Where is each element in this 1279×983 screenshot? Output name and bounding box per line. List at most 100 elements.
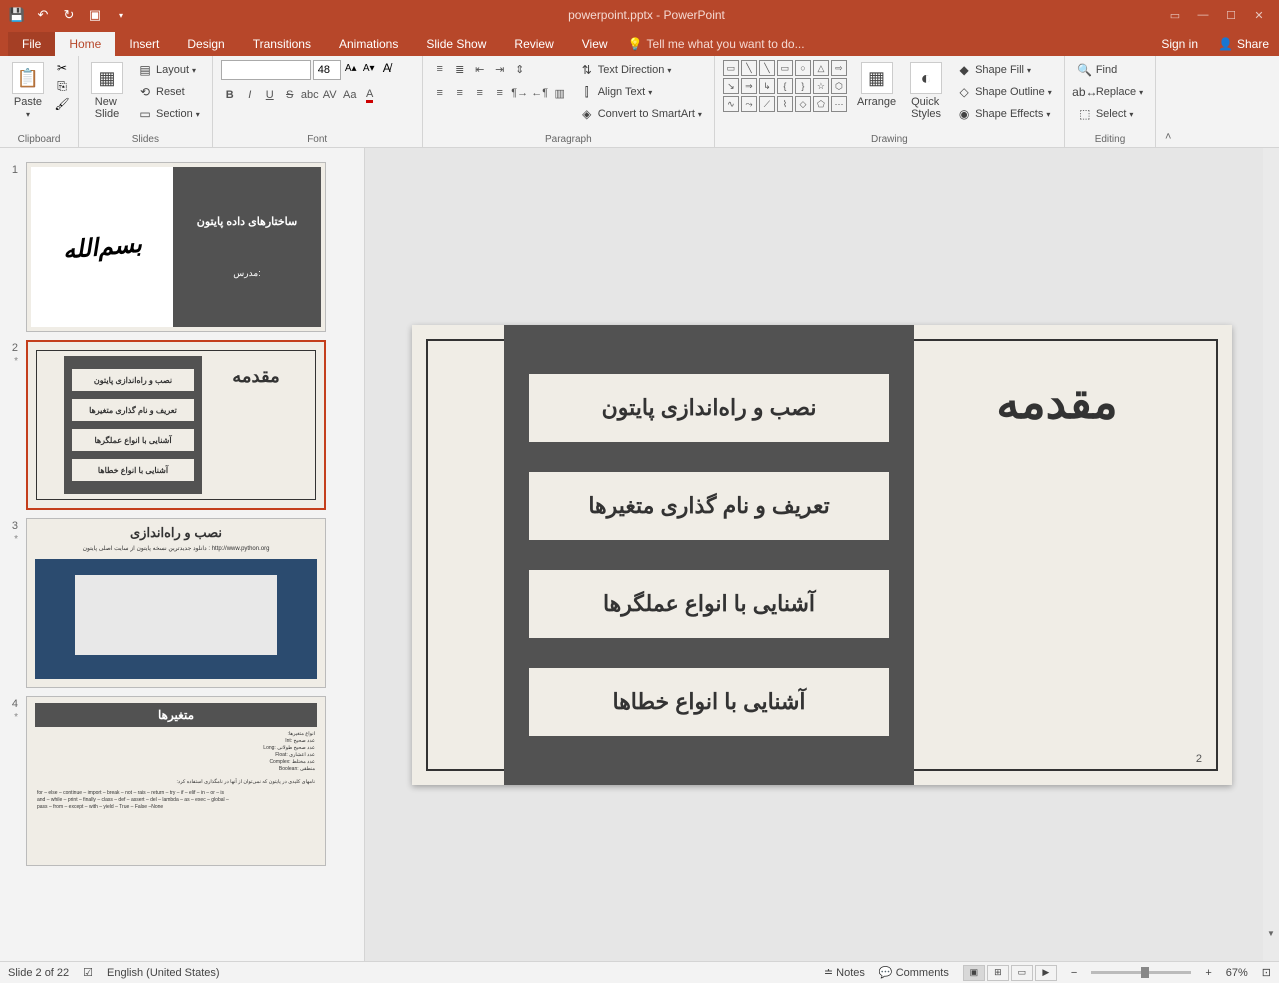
shape-effects-button[interactable]: ◉Shape Effects▾ <box>952 104 1056 124</box>
bullets-icon[interactable]: ≡ <box>431 60 449 78</box>
slide-title-area[interactable]: مقدمه <box>922 375 1192 429</box>
font-name-input[interactable] <box>221 60 311 80</box>
tab-view[interactable]: View <box>568 32 622 56</box>
close-icon[interactable]: ✕ <box>1247 5 1271 25</box>
justify-icon[interactable]: ≡ <box>491 84 509 102</box>
align-text-button[interactable]: ⫿Align Text▾ <box>575 82 706 102</box>
fit-to-window-icon[interactable]: ⊡ <box>1262 966 1271 979</box>
minimize-icon[interactable]: — <box>1191 5 1215 25</box>
text-direction-button[interactable]: ⇅Text Direction▾ <box>575 60 706 80</box>
change-case-icon[interactable]: Aa <box>341 86 359 104</box>
language-status[interactable]: English (United States) <box>107 967 220 979</box>
tab-insert[interactable]: Insert <box>115 32 173 56</box>
thumbnail-slide-4[interactable]: 4 * متغیرها انواع متغیرها: عدد صحیح :Int… <box>0 692 364 870</box>
shape-hex-icon[interactable]: ⬡ <box>831 78 847 94</box>
tab-review[interactable]: Review <box>500 32 567 56</box>
increase-indent-icon[interactable]: ⇥ <box>491 60 509 78</box>
qat-dropdown-icon[interactable]: ▾ <box>112 6 130 24</box>
new-slide-button[interactable]: ▦ New Slide <box>87 60 127 122</box>
font-size-input[interactable] <box>313 60 341 80</box>
slide-box-3[interactable]: آشنایی با انواع عملگرها <box>529 570 889 638</box>
share-button[interactable]: 👤 Share <box>1208 32 1279 56</box>
shadow-icon[interactable]: abc <box>301 86 319 104</box>
maximize-icon[interactable]: ☐ <box>1219 5 1243 25</box>
convert-smartart-button[interactable]: ◈Convert to SmartArt▾ <box>575 104 706 124</box>
slideshow-view-icon[interactable]: ▶ <box>1035 965 1057 981</box>
paste-button[interactable]: 📋 Paste ▾ <box>8 60 48 121</box>
align-center-icon[interactable]: ≡ <box>451 84 469 102</box>
tab-animations[interactable]: Animations <box>325 32 412 56</box>
start-from-beginning-icon[interactable]: ▣ <box>86 6 104 24</box>
thumbnail-slide-1[interactable]: 1 بسم‌الله ساختارهای داده پایتون مدرس: <box>0 158 364 336</box>
normal-view-icon[interactable]: ▣ <box>963 965 985 981</box>
char-spacing-icon[interactable]: AV <box>321 86 339 104</box>
collapse-ribbon-icon[interactable]: ˄ <box>1156 56 1180 147</box>
columns-icon[interactable]: ▥ <box>551 84 569 102</box>
slide-canvas[interactable]: نصب و راه‌اندازی پایتون تعریف و نام گذار… <box>365 148 1279 961</box>
shape-freeform-icon[interactable]: ⌇ <box>777 96 793 112</box>
italic-icon[interactable]: I <box>241 86 259 104</box>
shape-connector-icon[interactable]: ↳ <box>759 78 775 94</box>
tell-me-search[interactable]: 💡 Tell me what you want to do... <box>622 32 811 56</box>
spell-check-icon[interactable]: ☑ <box>83 966 93 979</box>
numbering-icon[interactable]: ≣ <box>451 60 469 78</box>
thumbnail-panel[interactable]: 1 بسم‌الله ساختارهای داده پایتون مدرس: 2… <box>0 148 365 961</box>
underline-icon[interactable]: U <box>261 86 279 104</box>
shape-outline-button[interactable]: ◇Shape Outline▾ <box>952 82 1056 102</box>
shape-line-icon[interactable]: ↘ <box>723 78 739 94</box>
shape-brace-icon[interactable]: { <box>777 78 793 94</box>
comments-button[interactable]: 💬 Comments <box>879 966 949 979</box>
decrease-indent-icon[interactable]: ⇤ <box>471 60 489 78</box>
shape-brace-icon[interactable]: } <box>795 78 811 94</box>
slide[interactable]: نصب و راه‌اندازی پایتون تعریف و نام گذار… <box>412 325 1232 785</box>
shape-more-icon[interactable]: ⋯ <box>831 96 847 112</box>
cut-icon[interactable]: ✂ <box>54 60 70 76</box>
reading-view-icon[interactable]: ▭ <box>1011 965 1033 981</box>
scroll-down-icon[interactable]: ▼ <box>1263 929 1279 945</box>
decrease-font-icon[interactable]: A▾ <box>361 60 377 76</box>
clear-formatting-icon[interactable]: A̸ <box>379 60 395 76</box>
format-painter-icon[interactable]: 🖌 <box>54 96 70 112</box>
section-button[interactable]: ▭Section▾ <box>133 104 204 124</box>
shape-star-icon[interactable]: ☆ <box>813 78 829 94</box>
increase-font-icon[interactable]: A▴ <box>343 60 359 76</box>
zoom-in-icon[interactable]: + <box>1205 967 1211 979</box>
save-icon[interactable]: 💾 <box>8 6 26 24</box>
slide-box-1[interactable]: نصب و راه‌اندازی پایتون <box>529 374 889 442</box>
tab-design[interactable]: Design <box>173 32 238 56</box>
tab-transitions[interactable]: Transitions <box>239 32 325 56</box>
shape-curve-icon[interactable]: ∿ <box>723 96 739 112</box>
slide-box-4[interactable]: آشنایی با انواع خطاها <box>529 668 889 736</box>
slide-sorter-icon[interactable]: ⊞ <box>987 965 1009 981</box>
zoom-handle[interactable] <box>1141 967 1149 978</box>
undo-icon[interactable]: ↶ <box>34 6 52 24</box>
zoom-out-icon[interactable]: − <box>1071 967 1077 979</box>
ribbon-display-icon[interactable]: ▭ <box>1163 5 1187 25</box>
select-button[interactable]: ⬚Select▾ <box>1073 104 1138 124</box>
line-spacing-icon[interactable]: ⇕ <box>511 60 529 78</box>
arrange-button[interactable]: ▦ Arrange <box>853 60 900 110</box>
slide-box-2[interactable]: تعریف و نام گذاری متغیرها <box>529 472 889 540</box>
shapes-gallery[interactable]: ▭╲╲▭○△⇨ ↘⇒↳{}☆⬡ ∿⤳⟋⌇◇⬠⋯ <box>723 60 847 112</box>
align-right-icon[interactable]: ≡ <box>471 84 489 102</box>
shape-rect-icon[interactable]: ▭ <box>723 60 739 76</box>
font-color-icon[interactable]: A <box>361 86 379 104</box>
quick-styles-button[interactable]: ◐ Quick Styles <box>906 60 946 122</box>
rtl-icon[interactable]: ←¶ <box>531 84 549 102</box>
shape-rect-icon[interactable]: ▭ <box>777 60 793 76</box>
sign-in-button[interactable]: Sign in <box>1151 32 1208 56</box>
shape-line-icon[interactable]: ╲ <box>759 60 775 76</box>
tab-file[interactable]: File <box>8 32 55 56</box>
copy-icon[interactable]: ⎘ <box>54 78 70 94</box>
reset-button[interactable]: ⟲Reset <box>133 82 204 102</box>
zoom-slider[interactable] <box>1091 971 1191 974</box>
vertical-scrollbar[interactable]: ▲ ▼ <box>1263 148 1279 961</box>
scrollbar-thumb[interactable] <box>1265 148 1277 961</box>
shape-callout-icon[interactable]: ⬠ <box>813 96 829 112</box>
thumbnail-slide-2[interactable]: 2 * نصب و راه‌اندازی پایتون تعریف و نام … <box>0 336 364 514</box>
slide-count[interactable]: Slide 2 of 22 <box>8 967 69 979</box>
shape-fill-button[interactable]: ◆Shape Fill▾ <box>952 60 1056 80</box>
shape-curve-icon[interactable]: ⤳ <box>741 96 757 112</box>
notes-button[interactable]: ≐ Notes <box>824 966 865 979</box>
strikethrough-icon[interactable]: S <box>281 86 299 104</box>
